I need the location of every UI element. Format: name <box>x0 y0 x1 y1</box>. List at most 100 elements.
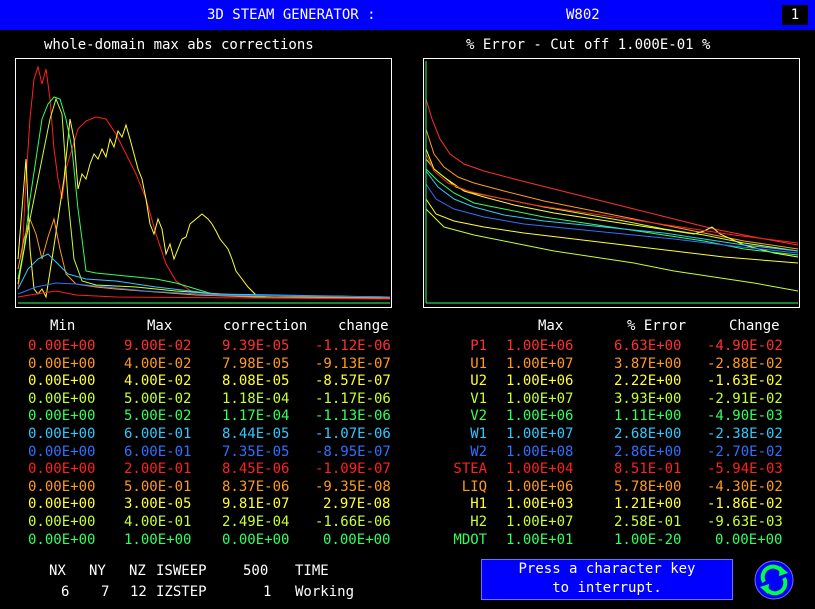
right-cell-error: 1.11E+00 <box>614 408 682 425</box>
left-cell-max: 9.00E-02 <box>124 338 192 354</box>
right-cell-error: 2.86E+00 <box>614 443 682 460</box>
page-number[interactable]: 1 <box>782 5 808 25</box>
right-cell-error: 8.51E-01 <box>614 461 682 478</box>
left-cell-change: 0.00E+00 <box>323 531 391 548</box>
left-cell-correction: 1.17E-04 <box>222 408 290 425</box>
right-header-error: % Error <box>627 318 687 334</box>
right-cell-error: 3.87E+00 <box>614 355 682 372</box>
left-cell-max: 6.00E-01 <box>124 443 192 460</box>
right-plot-title: % Error - Cut off 1.000E-01 % <box>466 37 711 53</box>
left-cell-min: 0.00E+00 <box>28 496 96 513</box>
left-cell-change: -1.09E-07 <box>315 461 391 478</box>
right-cell-change: -9.63E-03 <box>707 514 783 530</box>
right-cell-name: U2 <box>470 373 488 390</box>
right-cell-name: STEA <box>453 461 488 478</box>
value-nx: 6 <box>61 584 70 600</box>
left-cell-correction: 1.18E-04 <box>222 390 290 407</box>
right-cell-change: -1.86E-02 <box>707 496 783 513</box>
right-cell-max: 1.00E+06 <box>506 338 574 354</box>
left-cell-change: -8.57E-07 <box>315 373 391 390</box>
error-plot-svg <box>425 61 799 304</box>
error-plot <box>423 58 800 308</box>
right-header-change: Change <box>729 318 780 334</box>
right-cell-error: 2.58E-01 <box>614 514 682 530</box>
right-cell-max: 1.00E+06 <box>506 478 574 495</box>
right-cell-change: -4.90E-03 <box>707 408 783 425</box>
right-cell-name: V1 <box>470 390 488 407</box>
right-cell-change: -5.94E-03 <box>707 461 783 478</box>
left-cell-min: 0.00E+00 <box>28 355 96 372</box>
right-header-max: Max <box>538 318 564 334</box>
left-cell-change: -1.07E-06 <box>315 426 391 442</box>
left-cell-max: 3.00E-05 <box>124 496 192 513</box>
left-header-change: change <box>338 318 389 334</box>
label-time: TIME <box>295 563 329 579</box>
left-cell-max: 4.00E-01 <box>124 514 192 530</box>
curve-red <box>17 65 390 299</box>
label-nz: NZ <box>129 563 146 579</box>
err-curve-darkred <box>425 153 799 244</box>
left-cell-min: 0.00E+00 <box>28 426 96 442</box>
right-cell-error: 5.78E+00 <box>614 478 682 495</box>
right-cell-error: 2.68E+00 <box>614 426 682 442</box>
refresh-icon[interactable] <box>752 560 796 600</box>
left-cell-max: 1.00E+00 <box>124 531 192 548</box>
right-cell-name: H2 <box>470 514 488 530</box>
left-cell-max: 6.00E-01 <box>124 426 192 442</box>
err-curve-orange <box>425 128 799 250</box>
value-isweep: 500 <box>243 563 269 579</box>
curve-lime <box>17 97 391 298</box>
left-cell-max: 4.00E-02 <box>124 355 192 372</box>
left-cell-min: 0.00E+00 <box>28 408 96 425</box>
right-cell-change: -4.30E-02 <box>707 478 783 495</box>
left-cell-min: 0.00E+00 <box>28 390 96 407</box>
interrupt-button[interactable]: Press a character key to interrupt. <box>481 559 733 600</box>
value-izstep: 1 <box>263 584 272 600</box>
right-cell-change: -2.38E-02 <box>707 426 783 442</box>
label-nx: NX <box>49 563 66 579</box>
right-cell-error: 1.00E-20 <box>614 531 682 548</box>
left-cell-correction: 9.81E-07 <box>222 496 290 513</box>
left-cell-correction: 7.35E-05 <box>222 443 290 460</box>
left-cell-min: 0.00E+00 <box>28 373 96 390</box>
left-header-min: Min <box>50 318 76 334</box>
left-cell-correction: 8.44E-05 <box>222 426 290 442</box>
label-ny: NY <box>89 563 106 579</box>
right-cell-change: -4.90E-02 <box>707 338 783 354</box>
left-cell-change: -9.35E-08 <box>315 478 391 495</box>
err-curve-green <box>425 168 799 256</box>
right-cell-error: 3.93E+00 <box>614 390 682 407</box>
left-cell-correction: 7.98E-05 <box>222 355 290 372</box>
right-cell-name: LIQ <box>461 478 488 495</box>
right-cell-error: 2.22E+00 <box>614 373 682 390</box>
right-cell-change: -2.88E-02 <box>707 355 783 372</box>
curve-green <box>17 96 390 298</box>
left-cell-min: 0.00E+00 <box>28 461 96 478</box>
left-cell-min: 0.00E+00 <box>28 514 96 530</box>
curve-cyan <box>17 253 391 298</box>
left-cell-change: -1.66E-06 <box>315 514 391 530</box>
right-cell-name: H1 <box>470 496 488 513</box>
left-cell-change: 2.97E-08 <box>323 496 391 513</box>
right-cell-error: 1.21E+00 <box>614 496 682 513</box>
right-cell-name: W2 <box>470 443 488 460</box>
left-cell-min: 0.00E+00 <box>28 478 96 495</box>
left-cell-change: -1.12E-06 <box>315 338 391 354</box>
left-cell-max: 5.00E-01 <box>124 478 192 495</box>
right-cell-max: 1.00E+07 <box>506 514 574 530</box>
left-cell-change: -1.17E-06 <box>315 390 391 407</box>
right-cell-max: 1.00E+07 <box>506 355 574 372</box>
right-cell-change: -2.91E-02 <box>707 390 783 407</box>
right-cell-name: MDOT <box>453 531 488 548</box>
err-curve-cyan <box>425 170 799 252</box>
right-cell-max: 1.00E+08 <box>506 443 574 460</box>
right-cell-name: P1 <box>470 338 488 354</box>
interrupt-line2: to interrupt. <box>552 580 662 596</box>
label-izstep: IZSTEP <box>156 584 207 600</box>
left-cell-max: 5.00E-02 <box>124 408 192 425</box>
corrections-plot-svg <box>17 65 391 304</box>
right-cell-max: 1.00E+07 <box>506 390 574 407</box>
right-cell-change: -2.70E-02 <box>707 443 783 460</box>
app-title: 3D STEAM GENERATOR : <box>207 7 376 23</box>
value-nz: 12 <box>130 584 147 600</box>
